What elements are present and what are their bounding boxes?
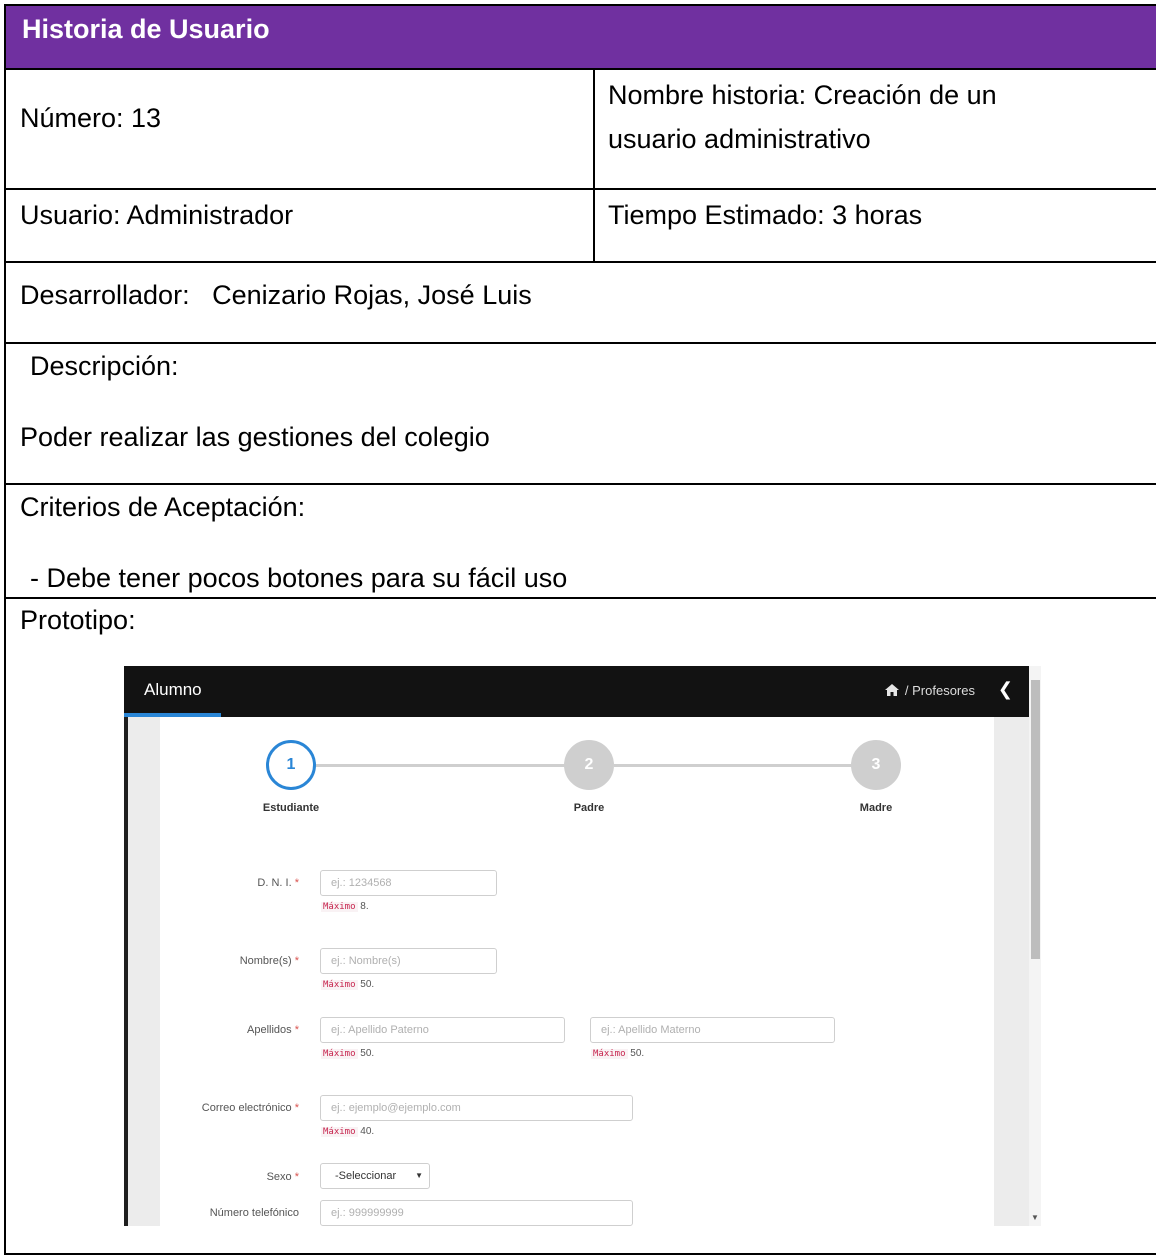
- apellido-paterno-hint: Máximo 50.: [321, 1048, 375, 1059]
- apellido-paterno-input[interactable]: ej.: Apellido Paterno: [320, 1017, 565, 1043]
- row-divider: [4, 188, 1156, 190]
- story-name-line-1: Nombre historia: Creación de un: [608, 80, 997, 110]
- story-name-line-2: usuario administrativo: [608, 124, 871, 154]
- document-header: Historia de Usuario: [4, 4, 1156, 70]
- dni-hint: Máximo 8.: [321, 901, 369, 912]
- step-1[interactable]: 1: [266, 740, 316, 790]
- app-title: Alumno: [144, 680, 202, 699]
- apellidos-label: Apellidos *: [247, 1024, 299, 1036]
- scrollbar-thumb[interactable]: [1031, 680, 1040, 959]
- stepper-connector: [312, 764, 572, 767]
- step-2[interactable]: 2: [564, 740, 614, 790]
- stepper-connector: [614, 764, 854, 767]
- correo-hint: Máximo 40.: [321, 1126, 375, 1137]
- description-text: Poder realizar las gestiones del colegio: [20, 422, 490, 452]
- step-3[interactable]: 3: [851, 740, 901, 790]
- sexo-label: Sexo *: [266, 1171, 299, 1183]
- scroll-down-icon[interactable]: ▼: [1031, 1213, 1039, 1222]
- row-divider: [4, 342, 1156, 344]
- table-left-border: [4, 70, 6, 1255]
- prototype-label: Prototipo:: [20, 605, 136, 635]
- sexo-select[interactable]: -Seleccionar ▼: [320, 1163, 430, 1189]
- telefono-input[interactable]: ej.: 999999999: [320, 1200, 633, 1226]
- scrollbar[interactable]: ▼: [1029, 666, 1041, 1226]
- dni-label: D. N. I. *: [257, 877, 299, 889]
- correo-label: Correo electrónico *: [201, 1102, 299, 1114]
- row-divider: [4, 483, 1156, 485]
- acceptance-criterion: - Debe tener pocos botones para su fácil…: [30, 563, 568, 593]
- chevron-left-icon[interactable]: ❮: [998, 679, 1013, 700]
- step-2-label: Padre: [573, 802, 605, 814]
- dni-input[interactable]: ej.: 1234568: [320, 870, 497, 896]
- correo-input[interactable]: ej.: ejemplo@ejemplo.com: [320, 1095, 633, 1121]
- step-3-label: Madre: [859, 802, 893, 814]
- nombres-label: Nombre(s) *: [239, 955, 299, 967]
- sexo-selected-value: -Seleccionar: [335, 1170, 397, 1182]
- breadcrumb: / Profesores: [884, 683, 975, 698]
- app-topbar: Alumno / Profesores ❮: [124, 666, 1029, 717]
- story-number: Número: 13: [20, 103, 162, 133]
- apellido-materno-input[interactable]: ej.: Apellido Materno: [590, 1017, 835, 1043]
- acceptance-criteria-label: Criterios de Aceptación:: [20, 492, 306, 522]
- prototype-screenshot: Alumno / Profesores ❮ 1 2 3 Estudiante P…: [124, 666, 1041, 1226]
- row-divider: [4, 597, 1156, 599]
- row-divider: [4, 261, 1156, 263]
- sidebar-edge: [124, 717, 128, 1226]
- document-title: Historia de Usuario: [22, 14, 270, 44]
- story-user: Usuario: Administrador: [20, 200, 294, 230]
- nombres-input[interactable]: ej.: Nombre(s): [320, 948, 497, 974]
- nombres-hint: Máximo 50.: [321, 979, 375, 990]
- home-icon[interactable]: [884, 684, 899, 696]
- telefono-label: Número telefónico: [209, 1207, 299, 1219]
- user-story-document: Historia de Usuario Número: 13 Nombre hi…: [0, 0, 1156, 1257]
- caret-down-icon: ▼: [415, 1171, 423, 1180]
- column-divider: [593, 70, 595, 262]
- apellido-materno-hint: Máximo 50.: [591, 1048, 645, 1059]
- developer: Desarrollador: Cenizario Rojas, José Lui…: [20, 280, 532, 310]
- row-divider: [4, 1253, 1156, 1255]
- breadcrumb-profesores[interactable]: / Profesores: [905, 683, 975, 698]
- description-label: Descripción:: [30, 351, 179, 381]
- form-panel: [160, 717, 994, 1226]
- step-1-label: Estudiante: [262, 802, 320, 814]
- estimated-time: Tiempo Estimado: 3 horas: [608, 200, 923, 230]
